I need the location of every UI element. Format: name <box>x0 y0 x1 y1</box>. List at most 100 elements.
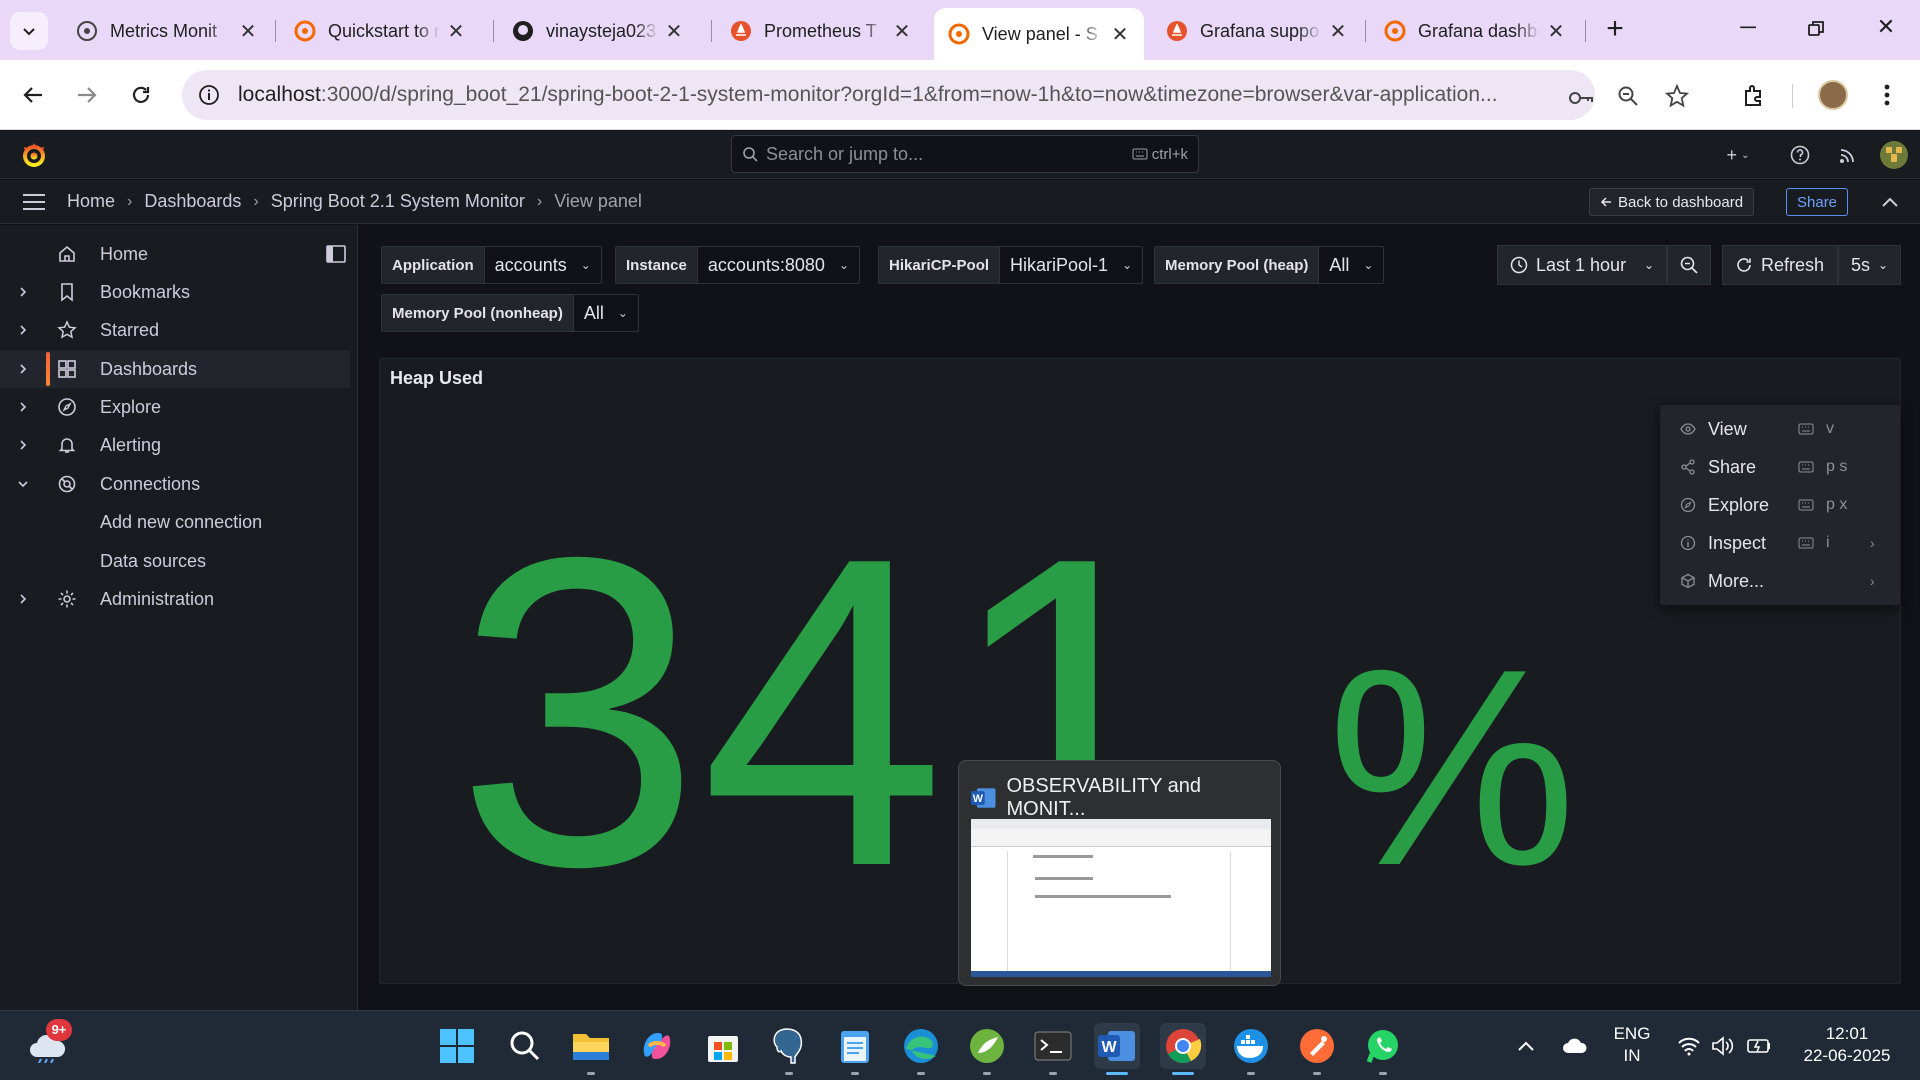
restore-button[interactable] <box>1796 14 1836 46</box>
show-hidden-icons[interactable] <box>1503 1023 1549 1069</box>
variable-select[interactable]: All ⌄ <box>574 295 638 331</box>
sidebar-item-alerting[interactable]: Alerting <box>0 426 350 464</box>
chevron-right-icon[interactable] <box>16 400 30 414</box>
variable-select[interactable]: All ⌄ <box>1319 247 1383 283</box>
chevron-down-icon[interactable] <box>16 477 30 491</box>
battery-icon[interactable] <box>1736 1023 1782 1069</box>
postgresql-app[interactable] <box>766 1023 812 1075</box>
browser-tab[interactable]: Prometheus T ✕ <box>716 8 926 54</box>
site-info-icon[interactable] <box>194 80 224 110</box>
language-indicator[interactable]: ENG IN <box>1602 1023 1662 1067</box>
zoom-out-button[interactable] <box>1667 245 1711 285</box>
browser-tab-active[interactable]: View panel - S ✕ <box>934 8 1144 60</box>
taskbar-window-preview[interactable]: W OBSERVABILITY and MONIT... <box>958 760 1281 986</box>
word-app[interactable]: W <box>1094 1023 1140 1075</box>
variable-hikaricp-pool[interactable]: HikariCP-Pool HikariPool-1 ⌄ <box>878 246 1144 284</box>
whatsapp-app[interactable] <box>1360 1023 1406 1075</box>
chrome-app[interactable] <box>1160 1023 1206 1075</box>
postman-app[interactable] <box>1294 1023 1340 1075</box>
menu-item-view[interactable]: View v <box>1660 410 1900 448</box>
variable-select[interactable]: HikariPool-1 ⌄ <box>1000 247 1142 283</box>
close-window-button[interactable]: ✕ <box>1866 14 1906 46</box>
close-icon[interactable]: ✕ <box>1110 22 1130 47</box>
start-button[interactable] <box>434 1023 480 1069</box>
close-icon[interactable]: ✕ <box>664 19 684 44</box>
rss-icon[interactable] <box>1836 143 1860 167</box>
variable-instance[interactable]: Instance accounts:8080 ⌄ <box>615 246 861 284</box>
close-icon[interactable]: ✕ <box>892 19 912 44</box>
terminal-app[interactable] <box>1030 1023 1076 1075</box>
chevron-right-icon[interactable] <box>16 285 30 299</box>
microsoft-store-app[interactable] <box>700 1023 746 1069</box>
variable-memory-pool-heap[interactable]: Memory Pool (heap) All ⌄ <box>1154 246 1385 284</box>
bookmark-star-icon[interactable] <box>1663 82 1691 110</box>
chevron-right-icon[interactable] <box>16 592 30 606</box>
forward-button[interactable] <box>68 76 106 114</box>
notepad-app[interactable] <box>832 1023 878 1075</box>
close-icon[interactable]: ✕ <box>238 19 258 44</box>
taskbar-search[interactable] <box>502 1023 548 1069</box>
minimize-button[interactable]: ─ <box>1728 14 1768 46</box>
sidebar-item-data-sources[interactable]: Data sources <box>0 542 350 580</box>
new-tab-button[interactable]: + <box>1598 14 1632 48</box>
address-bar[interactable]: localhost:3000/d/spring_boot_21/spring-b… <box>182 70 1595 120</box>
menu-item-inspect[interactable]: Inspect i › <box>1660 524 1900 562</box>
spring-tools-app[interactable] <box>964 1023 1010 1075</box>
edge-app[interactable] <box>898 1023 944 1075</box>
reload-button[interactable] <box>122 76 160 114</box>
breadcrumb-dashboards[interactable]: Dashboards <box>144 191 241 212</box>
sidebar-item-bookmarks[interactable]: Bookmarks <box>0 273 350 311</box>
browser-tab[interactable]: Grafana dashb ✕ <box>1370 8 1580 54</box>
search-input[interactable]: Search or jump to... ctrl+k <box>731 135 1199 173</box>
browser-tab[interactable]: vinaysteja0231 ✕ <box>498 8 698 54</box>
copilot-app[interactable] <box>634 1023 680 1069</box>
help-icon[interactable] <box>1788 143 1812 167</box>
docker-app[interactable] <box>1228 1023 1274 1075</box>
browser-tab[interactable]: Quickstart to r ✕ <box>280 8 480 54</box>
chevron-right-icon[interactable] <box>16 438 30 452</box>
sidebar-item-add-new-connection[interactable]: Add new connection <box>0 503 350 541</box>
close-icon[interactable]: ✕ <box>1546 19 1566 44</box>
sidebar-item-home[interactable]: Home <box>0 235 350 273</box>
variable-memory-pool-nonheap[interactable]: Memory Pool (nonheap) All ⌄ <box>381 294 639 332</box>
menu-item-share[interactable]: Share p s <box>1660 448 1900 486</box>
back-button[interactable] <box>14 76 52 114</box>
key-icon[interactable] <box>1567 84 1595 112</box>
chevron-right-icon[interactable] <box>16 323 30 337</box>
close-icon[interactable]: ✕ <box>1328 19 1348 44</box>
share-button[interactable]: Share <box>1786 188 1849 216</box>
chrome-menu-icon[interactable] <box>1870 78 1904 112</box>
breadcrumb-dashboard[interactable]: Spring Boot 2.1 System Monitor <box>271 191 525 212</box>
sidebar-item-administration[interactable]: Administration <box>0 580 350 618</box>
variable-select[interactable]: accounts:8080 ⌄ <box>698 247 859 283</box>
variable-application[interactable]: Application accounts ⌄ <box>381 246 602 284</box>
close-icon[interactable]: ✕ <box>446 19 466 44</box>
refresh-interval-picker[interactable]: 5s ⌄ <box>1838 245 1901 285</box>
weather-widget[interactable]: 9+ <box>24 1019 72 1069</box>
zoom-icon[interactable] <box>1614 82 1642 110</box>
profile-avatar[interactable] <box>1816 78 1850 112</box>
sidebar-item-connections[interactable]: Connections <box>0 465 350 503</box>
menu-item-explore[interactable]: Explore p x <box>1660 486 1900 524</box>
tab-search-button[interactable] <box>10 12 48 50</box>
sidebar-item-starred[interactable]: Starred <box>0 311 350 349</box>
file-explorer-app[interactable] <box>568 1023 614 1075</box>
chevron-right-icon[interactable] <box>16 362 30 376</box>
new-item-button[interactable]: + ⌄ <box>1718 143 1758 167</box>
variable-select[interactable]: accounts ⌄ <box>485 247 601 283</box>
sidebar-item-dashboards[interactable]: Dashboards <box>0 350 350 388</box>
browser-tab[interactable]: Grafana suppo ✕ <box>1152 8 1362 54</box>
menu-icon[interactable] <box>22 192 46 212</box>
back-to-dashboard-button[interactable]: Back to dashboard <box>1589 188 1755 216</box>
chevron-up-icon[interactable] <box>1878 192 1902 212</box>
clock[interactable]: 12:01 22-06-2025 <box>1792 1023 1902 1067</box>
refresh-button[interactable]: Refresh <box>1722 245 1838 285</box>
sidebar-item-explore[interactable]: Explore <box>0 388 350 426</box>
time-range-picker[interactable]: Last 1 hour ⌄ <box>1497 245 1667 285</box>
extensions-icon[interactable] <box>1737 78 1771 112</box>
menu-item-more[interactable]: More... › <box>1660 562 1900 600</box>
browser-tab[interactable]: Metrics Monit ✕ <box>62 8 272 54</box>
user-avatar[interactable] <box>1880 141 1908 169</box>
onedrive-icon[interactable] <box>1552 1023 1598 1069</box>
grafana-logo-icon[interactable] <box>20 141 48 169</box>
